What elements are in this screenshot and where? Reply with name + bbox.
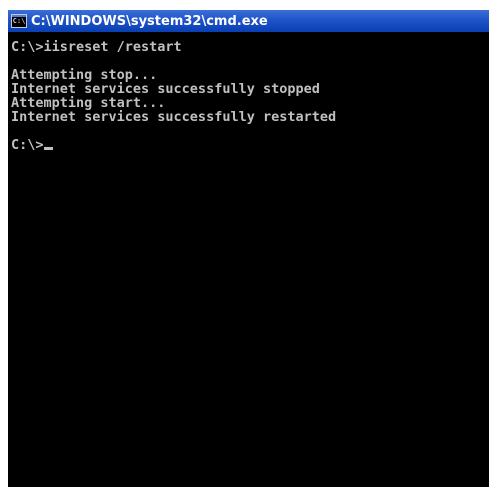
console-line-command: C:\>iisreset /restart	[11, 39, 182, 55]
console-line-stopped: Internet services successfully stopped	[11, 81, 320, 97]
console-output[interactable]: C:\>iisreset /restart Attempting stop...…	[8, 32, 489, 487]
console-line-start-attempt: Attempting start...	[11, 95, 166, 111]
console-prompt-line[interactable]: C:\>	[11, 138, 489, 152]
console-line-stop-attempt: Attempting stop...	[11, 67, 158, 83]
title-bar[interactable]: C:\ C:\WINDOWS\system32\cmd.exe	[8, 10, 489, 32]
text-cursor	[43, 147, 53, 150]
window-title: C:\WINDOWS\system32\cmd.exe	[31, 13, 268, 29]
cmd-window: C:\ C:\WINDOWS\system32\cmd.exe C:\>iisr…	[8, 10, 489, 487]
cmd-icon[interactable]: C:\	[11, 14, 27, 28]
console-line-restarted: Internet services successfully restarted	[11, 109, 337, 125]
console-prompt: C:\>	[11, 137, 44, 153]
